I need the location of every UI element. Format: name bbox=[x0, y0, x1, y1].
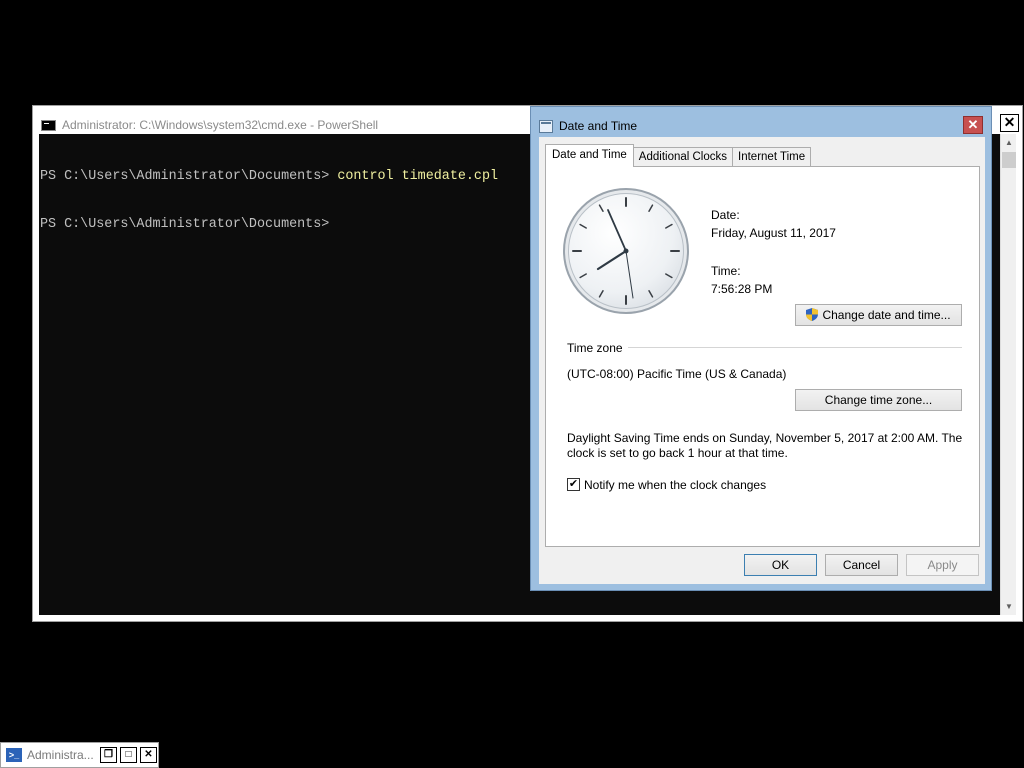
clock-face-icon bbox=[572, 197, 680, 305]
dialog-close-button[interactable]: ✕ bbox=[963, 116, 983, 134]
tab-additional-clocks[interactable]: Additional Clocks bbox=[632, 147, 734, 167]
tab-strip: Date and Time Additional Clocks Internet… bbox=[545, 144, 812, 167]
powershell-icon: >_ bbox=[6, 748, 22, 762]
maximize-icon[interactable]: □ bbox=[120, 747, 137, 763]
cancel-button[interactable]: Cancel bbox=[825, 554, 898, 576]
close-icon[interactable]: ✕ bbox=[140, 747, 157, 763]
scroll-thumb[interactable] bbox=[1002, 152, 1016, 168]
console-command: control timedate.cpl bbox=[337, 169, 499, 184]
uac-shield-icon bbox=[806, 308, 819, 321]
scroll-up-arrow-icon[interactable]: ▲ bbox=[1001, 134, 1017, 151]
notify-label: Notify me when the clock changes bbox=[584, 478, 767, 492]
ok-button[interactable]: OK bbox=[744, 554, 817, 576]
console-title: Administrator: C:\Windows\system32\cmd.e… bbox=[62, 118, 379, 132]
console-scrollbar[interactable]: ▲ ▼ bbox=[1000, 134, 1016, 615]
console-prompt: PS C:\Users\Administrator\Documents> bbox=[40, 217, 338, 232]
change-date-time-button[interactable]: Change date and time... bbox=[795, 304, 962, 326]
taskbar-label: Administra... bbox=[27, 748, 94, 762]
date-time-tab-panel: Date: Friday, August 11, 2017 Time: 7:56… bbox=[545, 166, 980, 547]
timezone-heading: Time zone bbox=[567, 341, 623, 355]
apply-button[interactable]: Apply bbox=[906, 554, 979, 576]
console-titlebar: Administrator: C:\Windows\system32\cmd.e… bbox=[41, 116, 378, 134]
time-value: 7:56:28 PM bbox=[711, 282, 773, 296]
minimized-window-stub[interactable]: >_ Administra... ❐ □ ✕ bbox=[0, 742, 159, 768]
dst-notice-line2: clock is set to go back 1 hour at that t… bbox=[567, 446, 788, 460]
cmd-icon bbox=[41, 119, 56, 131]
time-label: Time: bbox=[711, 264, 741, 278]
change-time-zone-button[interactable]: Change time zone... bbox=[795, 389, 962, 411]
timezone-value: (UTC-08:00) Pacific Time (US & Canada) bbox=[567, 367, 787, 381]
date-value: Friday, August 11, 2017 bbox=[711, 226, 836, 240]
change-date-time-label: Change date and time... bbox=[822, 308, 951, 322]
console-close-button[interactable]: ✕ bbox=[1000, 114, 1019, 132]
tab-internet-time[interactable]: Internet Time bbox=[732, 147, 812, 167]
analog-clock bbox=[563, 188, 689, 314]
tab-date-and-time[interactable]: Date and Time bbox=[545, 144, 634, 167]
scroll-down-arrow-icon[interactable]: ▼ bbox=[1001, 598, 1017, 615]
date-label: Date: bbox=[711, 208, 740, 222]
dst-notice-line1: Daylight Saving Time ends on Sunday, Nov… bbox=[567, 431, 963, 445]
dialog-client-area: Date and Time Additional Clocks Internet… bbox=[539, 137, 985, 584]
restore-icon[interactable]: ❐ bbox=[100, 747, 117, 763]
dialog-title: Date and Time bbox=[559, 119, 638, 133]
timezone-divider bbox=[628, 347, 962, 348]
calendar-clock-icon bbox=[539, 119, 553, 133]
console-prompt: PS C:\Users\Administrator\Documents> bbox=[40, 169, 338, 184]
date-time-dialog: Date and Time ✕ Date and Time Additional… bbox=[530, 106, 992, 591]
notify-checkbox[interactable]: ✔ bbox=[567, 478, 580, 491]
dialog-titlebar: Date and Time bbox=[539, 117, 637, 135]
